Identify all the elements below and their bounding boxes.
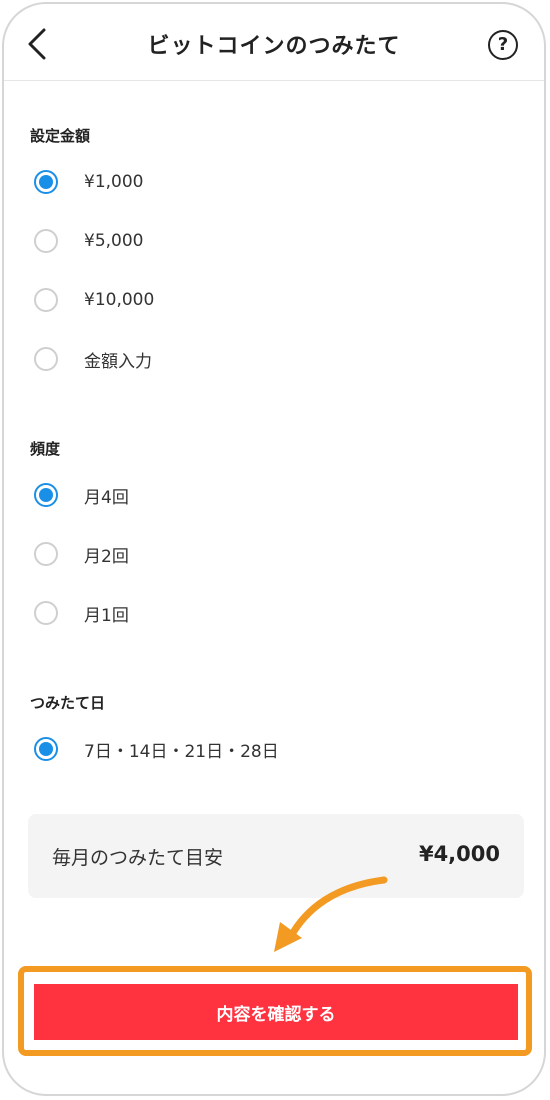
radio-selected[interactable] <box>34 170 58 194</box>
radio-selected[interactable] <box>34 737 58 761</box>
frequency-option-2[interactable]: 月2回 <box>34 538 129 570</box>
option-label: 月1回 <box>84 605 129 626</box>
amount-option-10000[interactable]: ¥10,000 <box>34 284 154 316</box>
estimate-value: ¥4,000 <box>418 842 500 866</box>
radio-unselected[interactable] <box>34 229 58 253</box>
help-icon[interactable]: ? <box>488 30 518 60</box>
phone-frame: ビットコインのつみたて ? 設定金額 ¥1,000 ¥5,000 ¥10,000… <box>2 2 546 1096</box>
option-label: ¥1,000 <box>84 172 144 192</box>
option-label: ¥10,000 <box>84 290 155 310</box>
estimate-label: 毎月のつみたて目安 <box>52 847 224 869</box>
option-label: ¥5,000 <box>84 231 144 251</box>
radio-unselected[interactable] <box>34 288 58 312</box>
radio-unselected[interactable] <box>34 601 58 625</box>
option-label: 月2回 <box>84 546 129 567</box>
day-section-title: つみたて日 <box>30 694 106 712</box>
amount-option-5000[interactable]: ¥5,000 <box>34 225 143 257</box>
day-option[interactable]: 7日・14日・21日・28日 <box>34 733 279 765</box>
header: ビットコインのつみたて ? <box>4 4 544 81</box>
page-title: ビットコインのつみたて <box>147 34 401 59</box>
option-label: 金額入力 <box>84 351 152 372</box>
frequency-section-title: 頻度 <box>30 440 61 458</box>
amount-option-1000[interactable]: ¥1,000 <box>34 166 143 198</box>
radio-unselected[interactable] <box>34 347 58 371</box>
radio-unselected[interactable] <box>34 542 58 566</box>
amount-section-title: 設定金額 <box>30 127 91 145</box>
amount-option-custom[interactable]: 金額入力 <box>34 343 152 375</box>
arrow-pointer-icon <box>274 876 388 952</box>
frequency-option-1[interactable]: 月1回 <box>34 597 129 629</box>
option-label: 7日・14日・21日・28日 <box>84 741 279 762</box>
radio-selected[interactable] <box>34 483 58 507</box>
frequency-option-4[interactable]: 月4回 <box>34 479 129 511</box>
confirm-button[interactable]: 内容を確認する <box>34 984 518 1040</box>
option-label: 月4回 <box>84 487 129 508</box>
